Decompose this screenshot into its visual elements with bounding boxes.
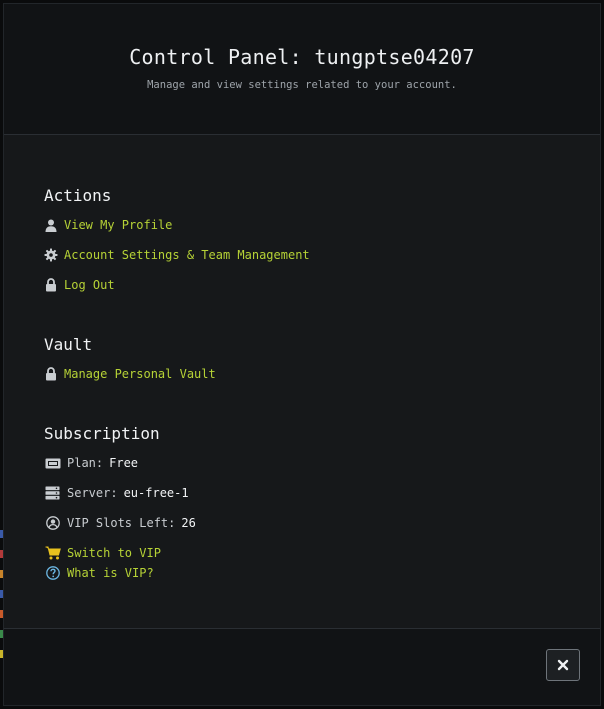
manage-vault-link[interactable]: Manage Personal Vault bbox=[44, 365, 216, 383]
view-profile-label[interactable]: View My Profile bbox=[64, 218, 172, 232]
log-out-link[interactable]: Log Out bbox=[44, 276, 115, 294]
plan-row: Plan: Free bbox=[44, 454, 138, 472]
view-profile-link[interactable]: View My Profile bbox=[44, 216, 172, 234]
log-out-label[interactable]: Log Out bbox=[64, 278, 115, 292]
lock-icon bbox=[44, 367, 58, 381]
what-is-vip-link[interactable]: What is VIP? bbox=[44, 564, 154, 582]
what-is-vip-label[interactable]: What is VIP? bbox=[67, 566, 154, 580]
cart-icon bbox=[44, 546, 61, 560]
server-row: Server: eu-free-1 bbox=[44, 484, 189, 502]
switch-to-vip-label[interactable]: Switch to VIP bbox=[67, 546, 161, 560]
vip-slots-label: VIP Slots Left: bbox=[67, 516, 176, 530]
control-panel-modal: Control Panel: tungptse04207 Manage and … bbox=[3, 3, 601, 706]
section-title-actions: Actions bbox=[44, 186, 112, 205]
modal-title: Control Panel: tungptse04207 bbox=[129, 45, 475, 69]
manage-vault-label[interactable]: Manage Personal Vault bbox=[64, 367, 216, 381]
server-icon bbox=[44, 486, 61, 500]
section-title-subscription: Subscription bbox=[44, 424, 160, 443]
vip-slots-row: VIP Slots Left: 26 bbox=[44, 514, 196, 532]
modal-footer bbox=[4, 628, 600, 705]
question-circle-icon bbox=[44, 566, 61, 580]
plan-label: Plan: bbox=[67, 456, 104, 470]
vip-slots-value: 26 bbox=[181, 516, 196, 530]
server-label: Server: bbox=[67, 486, 118, 500]
plan-value: Free bbox=[109, 456, 139, 470]
user-icon bbox=[44, 218, 58, 232]
switch-to-vip-link[interactable]: Switch to VIP bbox=[44, 544, 161, 562]
modal-subtitle: Manage and view settings related to your… bbox=[147, 79, 457, 91]
lock-icon bbox=[44, 278, 58, 292]
section-title-vault: Vault bbox=[44, 335, 93, 354]
account-settings-label[interactable]: Account Settings & Team Management bbox=[64, 248, 310, 262]
close-icon bbox=[557, 656, 569, 675]
gear-icon bbox=[44, 248, 58, 262]
server-value: eu-free-1 bbox=[123, 486, 189, 500]
ticket-icon bbox=[44, 456, 61, 470]
user-circle-icon bbox=[44, 516, 61, 530]
account-settings-link[interactable]: Account Settings & Team Management bbox=[44, 246, 310, 264]
modal-header: Control Panel: tungptse04207 Manage and … bbox=[4, 4, 600, 135]
close-button[interactable] bbox=[546, 649, 580, 681]
